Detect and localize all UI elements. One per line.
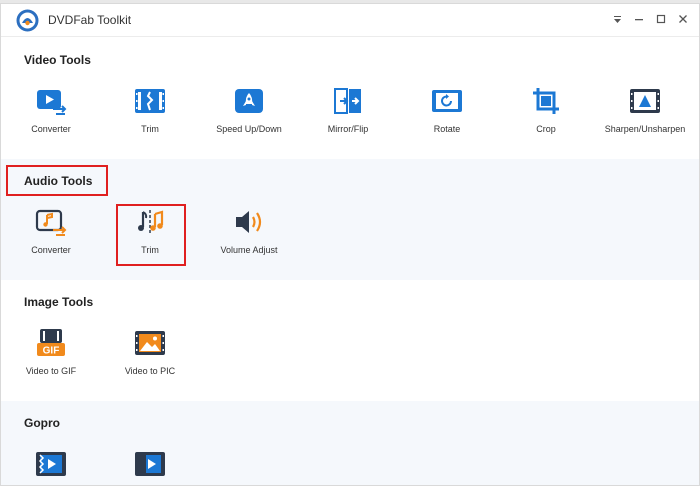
sharpen-tool[interactable]: Sharpen/Unsharpen xyxy=(595,84,695,140)
rotate-tool[interactable]: Rotate xyxy=(397,84,497,140)
window-controls xyxy=(609,10,691,28)
gopro-film-icon xyxy=(36,452,66,476)
tool-label: Trim xyxy=(141,245,159,255)
gopro-tool-1[interactable] xyxy=(1,447,101,485)
tool-label: Video to GIF xyxy=(25,366,77,376)
video-tools-section: Video Tools Converter Trim Speed Up/Down… xyxy=(1,38,699,159)
close-button[interactable] xyxy=(675,10,691,28)
close-icon xyxy=(679,15,687,23)
app-title: DVDFab Toolkit xyxy=(48,13,132,27)
tool-label: Mirror/Flip xyxy=(327,124,369,134)
crop-icon xyxy=(533,88,559,114)
section-title-image-tools: Image Tools xyxy=(24,295,94,309)
rotate-icon xyxy=(432,90,462,112)
dvdfab-logo-icon xyxy=(16,9,39,32)
tool-label: Trim xyxy=(141,124,159,134)
tools-content: Video Tools Converter Trim Speed Up/Down… xyxy=(1,38,699,485)
menu-dropdown-icon xyxy=(613,15,621,23)
audio-converter-tool[interactable]: Converter xyxy=(1,205,101,261)
tool-label: Crop xyxy=(536,124,556,134)
tool-label: Video to PIC xyxy=(124,366,176,376)
section-title-audio-tools: Audio Tools xyxy=(24,174,93,188)
video-converter-icon xyxy=(37,90,67,115)
minimize-button[interactable] xyxy=(631,10,647,28)
film-trim-icon xyxy=(135,89,165,113)
speed-tool[interactable]: Speed Up/Down xyxy=(199,84,299,140)
audio-trim-tool[interactable]: Trim xyxy=(100,205,200,261)
app-window: DVDFab Toolkit Video Tools Converter Tri… xyxy=(0,3,700,486)
sharpen-icon xyxy=(630,89,660,113)
video-to-pic-icon xyxy=(135,331,165,355)
video-converter-tool[interactable]: Converter xyxy=(1,84,101,140)
section-title-video-tools: Video Tools xyxy=(24,53,91,67)
tool-label: Volume Adjust xyxy=(220,245,278,255)
tool-label: Speed Up/Down xyxy=(216,124,282,134)
section-title-gopro: Gopro xyxy=(24,416,60,430)
rocket-icon xyxy=(235,89,263,113)
title-bar: DVDFab Toolkit xyxy=(1,4,699,37)
video-to-gif-icon: GIF xyxy=(37,329,65,357)
maximize-button[interactable] xyxy=(653,10,669,28)
tool-label: Converter xyxy=(31,124,71,134)
minimize-icon xyxy=(635,19,643,21)
tool-label: Sharpen/Unsharpen xyxy=(604,124,686,134)
menu-button[interactable] xyxy=(609,10,625,28)
image-tools-section: Image Tools GIF Video to GIF Video to PI… xyxy=(1,280,699,401)
mirror-flip-tool[interactable]: Mirror/Flip xyxy=(298,84,398,140)
video-to-gif-tool[interactable]: GIF Video to GIF xyxy=(1,326,101,382)
crop-tool[interactable]: Crop xyxy=(496,84,596,140)
gopro-film-icon xyxy=(135,452,165,476)
volume-adjust-tool[interactable]: Volume Adjust xyxy=(199,205,299,261)
mirror-flip-icon xyxy=(334,88,361,114)
audio-tools-section: Audio Tools Converter Trim Volume Adjust xyxy=(1,159,699,280)
tool-label: Rotate xyxy=(433,124,461,134)
audio-converter-icon xyxy=(35,209,67,236)
gopro-tool-2[interactable] xyxy=(100,447,200,485)
video-trim-tool[interactable]: Trim xyxy=(100,84,200,140)
video-to-pic-tool[interactable]: Video to PIC xyxy=(100,326,200,382)
maximize-icon xyxy=(656,14,666,24)
speaker-icon xyxy=(236,211,262,233)
tool-label: Converter xyxy=(31,245,71,255)
audio-trim-icon xyxy=(138,210,164,234)
svg-text:GIF: GIF xyxy=(43,346,60,357)
gopro-section: Gopro xyxy=(1,401,699,485)
